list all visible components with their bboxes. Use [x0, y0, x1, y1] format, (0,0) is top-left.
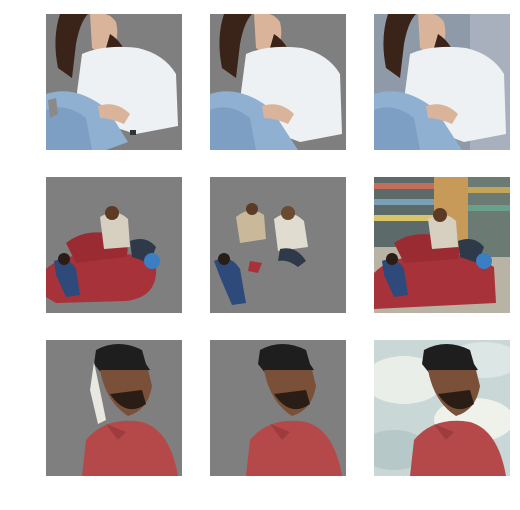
panel-r1-c1 [46, 14, 182, 150]
panel-r3-c1 [46, 340, 182, 476]
panel-r2-c3 [374, 177, 510, 313]
panel-r3-c3 [374, 340, 510, 476]
woman-cutout-a [46, 14, 182, 150]
panel-r2-c1 [46, 177, 182, 313]
beanbags-cutout-a [46, 177, 182, 313]
panel-r1-c2 [210, 14, 346, 150]
beanbags-cutout-b [210, 177, 346, 313]
man-cutout-a [46, 340, 182, 476]
man-cutout-b [210, 340, 346, 476]
panel-r3-c2 [210, 340, 346, 476]
woman-original [374, 14, 510, 150]
woman-cutout-b [210, 14, 346, 150]
beanbags-original [374, 177, 510, 313]
image-grid [0, 0, 520, 510]
panel-r1-c3 [374, 14, 510, 150]
man-original [374, 340, 510, 476]
panel-r2-c2 [210, 177, 346, 313]
